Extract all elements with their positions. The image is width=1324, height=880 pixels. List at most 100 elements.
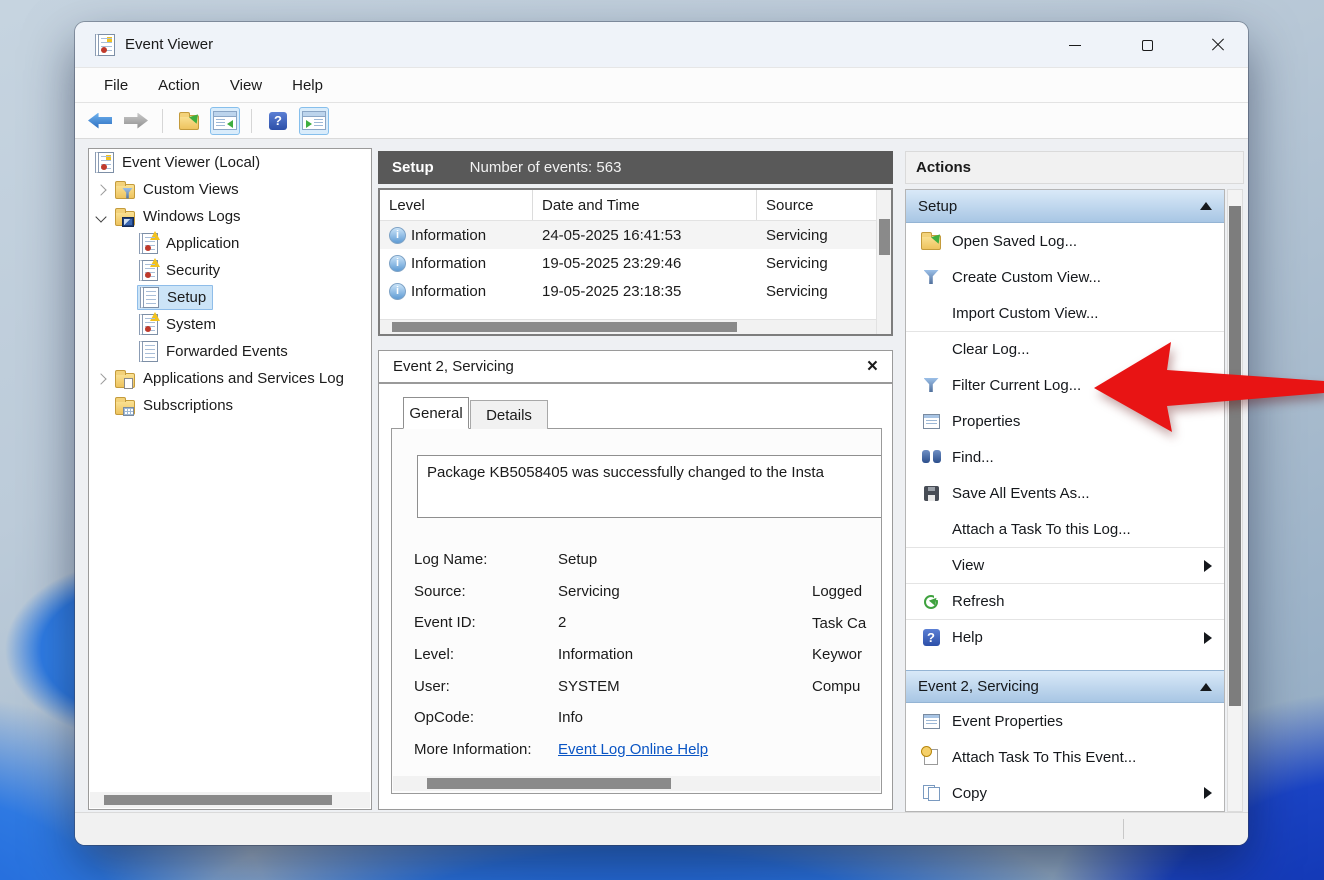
submenu-arrow-icon — [1204, 560, 1212, 572]
menu-view[interactable]: View — [215, 71, 277, 99]
desktop-wallpaper: Event Viewer File Action View Help ? — [0, 0, 1324, 880]
status-bar — [75, 812, 1248, 845]
scrollbar-thumb[interactable] — [1229, 206, 1241, 706]
forward-button[interactable] — [121, 107, 151, 135]
collapse-icon[interactable] — [1200, 202, 1212, 210]
field-label: Logged — [812, 576, 866, 608]
app-icon — [95, 34, 115, 56]
event-log-online-help-link[interactable]: Event Log Online Help — [558, 741, 708, 758]
folder-page-icon — [115, 373, 135, 388]
scrollbar-thumb[interactable] — [427, 778, 671, 789]
events-header-bar: Setup Number of events: 563 — [378, 151, 893, 184]
toggle-action-pane-button[interactable] — [299, 107, 329, 135]
toolbar-separator — [162, 109, 163, 133]
tab-general[interactable]: General — [403, 397, 469, 429]
action-help[interactable]: ?Help — [906, 619, 1224, 655]
close-button[interactable] — [1201, 30, 1235, 60]
preview-title: Event 2, Servicing — [393, 358, 514, 375]
tab-details[interactable]: Details — [470, 400, 548, 429]
back-button[interactable] — [85, 107, 115, 135]
tree-item-subscriptions[interactable]: Subscriptions — [89, 392, 371, 419]
menu-help[interactable]: Help — [277, 71, 338, 99]
column-level[interactable]: Level — [380, 190, 533, 220]
maximize-button[interactable] — [1130, 30, 1164, 60]
detail-horizontal-scrollbar[interactable] — [393, 776, 880, 791]
preview-tabs: General Details — [403, 397, 548, 429]
actions-group-event[interactable]: Event 2, Servicing — [906, 670, 1224, 703]
field-label: Level: — [414, 646, 558, 663]
column-date-time[interactable]: Date and Time — [533, 190, 757, 220]
action-view[interactable]: View — [906, 547, 1224, 583]
action-clear-log[interactable]: Clear Log... — [906, 331, 1224, 367]
action-event-properties[interactable]: Event Properties — [906, 703, 1224, 739]
field-value: Information — [558, 646, 633, 663]
scrollbar-thumb[interactable] — [392, 322, 737, 332]
action-properties[interactable]: Properties — [906, 403, 1224, 439]
actions-group-setup[interactable]: Setup — [906, 190, 1224, 223]
field-value: 2 — [558, 614, 566, 631]
table-row[interactable]: iInformation 19-05-2025 23:18:35 Servici… — [380, 277, 891, 305]
chevron-down-icon[interactable] — [95, 211, 106, 222]
field-value: SYSTEM — [558, 678, 620, 695]
action-save-all-events-as[interactable]: Save All Events As... — [906, 475, 1224, 511]
event-fields-right-column: Logged Task Ca Keywor Compu — [812, 576, 866, 702]
chevron-right-icon[interactable] — [95, 373, 106, 384]
table-row[interactable]: iInformation 24-05-2025 16:41:53 Servici… — [380, 221, 891, 249]
console-tree-panel: Event Viewer (Local) Custom Views Window… — [88, 148, 372, 810]
save-icon — [924, 486, 939, 501]
list-vertical-scrollbar[interactable] — [876, 190, 891, 334]
event-preview-panel: Event 2, Servicing × General Details Pac… — [378, 350, 893, 810]
action-refresh[interactable]: Refresh — [906, 583, 1224, 619]
action-attach-task-to-event[interactable]: Attach Task To This Event... — [906, 739, 1224, 775]
action-import-custom-view[interactable]: Import Custom View... — [906, 295, 1224, 331]
menu-file[interactable]: File — [89, 71, 143, 99]
submenu-arrow-icon — [1204, 787, 1212, 799]
more-information-label: More Information: — [414, 741, 558, 758]
minimize-button[interactable] — [1058, 30, 1092, 60]
tree-item-applications-services-logs[interactable]: Applications and Services Log — [89, 365, 371, 392]
table-row[interactable]: iInformation 19-05-2025 23:29:46 Servici… — [380, 249, 891, 277]
actions-pane-title: Actions — [905, 151, 1244, 184]
workspace: Event Viewer (Local) Custom Views Window… — [75, 139, 1248, 812]
field-label: Keywor — [812, 639, 866, 671]
tree-item-custom-views[interactable]: Custom Views — [89, 176, 371, 203]
scrollbar-thumb[interactable] — [104, 795, 332, 805]
action-open-saved-log[interactable]: Open Saved Log... — [906, 223, 1224, 259]
list-horizontal-scrollbar[interactable] — [380, 319, 876, 334]
tree-selection: Setup — [137, 285, 213, 310]
tree-item-system[interactable]: System — [89, 311, 371, 338]
tree-item-windows-logs[interactable]: Windows Logs — [89, 203, 371, 230]
action-create-custom-view[interactable]: Create Custom View... — [906, 259, 1224, 295]
chevron-right-icon[interactable] — [95, 184, 106, 195]
tree-item-application[interactable]: Application — [89, 230, 371, 257]
menu-action[interactable]: Action — [143, 71, 215, 99]
log-icon — [139, 341, 158, 362]
column-source[interactable]: Source — [757, 190, 891, 220]
actions-vertical-scrollbar[interactable] — [1227, 189, 1243, 812]
tree-item-security[interactable]: Security — [89, 257, 371, 284]
tree-item-setup[interactable]: Setup — [89, 284, 371, 311]
event-count: Number of events: 563 — [470, 159, 622, 176]
preview-header: Event 2, Servicing × — [379, 351, 892, 384]
close-preview-icon[interactable]: × — [867, 357, 878, 376]
action-attach-task-to-log[interactable]: Attach a Task To this Log... — [906, 511, 1224, 547]
tree-item-forwarded-events[interactable]: Forwarded Events — [89, 338, 371, 365]
action-copy[interactable]: Copy — [906, 775, 1224, 811]
event-message-box[interactable]: Package KB5058405 was successfully chang… — [417, 455, 882, 518]
information-icon: i — [389, 227, 406, 244]
field-label: User: — [414, 678, 558, 695]
tree-item-event-viewer-local[interactable]: Event Viewer (Local) — [89, 149, 371, 176]
folder-funnel-icon — [115, 184, 135, 199]
tree-horizontal-scrollbar[interactable] — [90, 792, 370, 808]
open-saved-log-button[interactable] — [174, 107, 204, 135]
actions-pane: Setup Open Saved Log... Create Custom Vi… — [905, 189, 1225, 812]
collapse-icon[interactable] — [1200, 683, 1212, 691]
help-icon: ? — [269, 112, 287, 130]
toggle-console-tree-button[interactable] — [210, 107, 240, 135]
scrollbar-thumb[interactable] — [879, 219, 890, 255]
action-find[interactable]: Find... — [906, 439, 1224, 475]
help-button[interactable]: ? — [263, 107, 293, 135]
action-filter-current-log[interactable]: Filter Current Log... — [906, 367, 1224, 403]
information-icon: i — [389, 255, 406, 272]
general-tab-content: Package KB5058405 was successfully chang… — [391, 428, 882, 794]
